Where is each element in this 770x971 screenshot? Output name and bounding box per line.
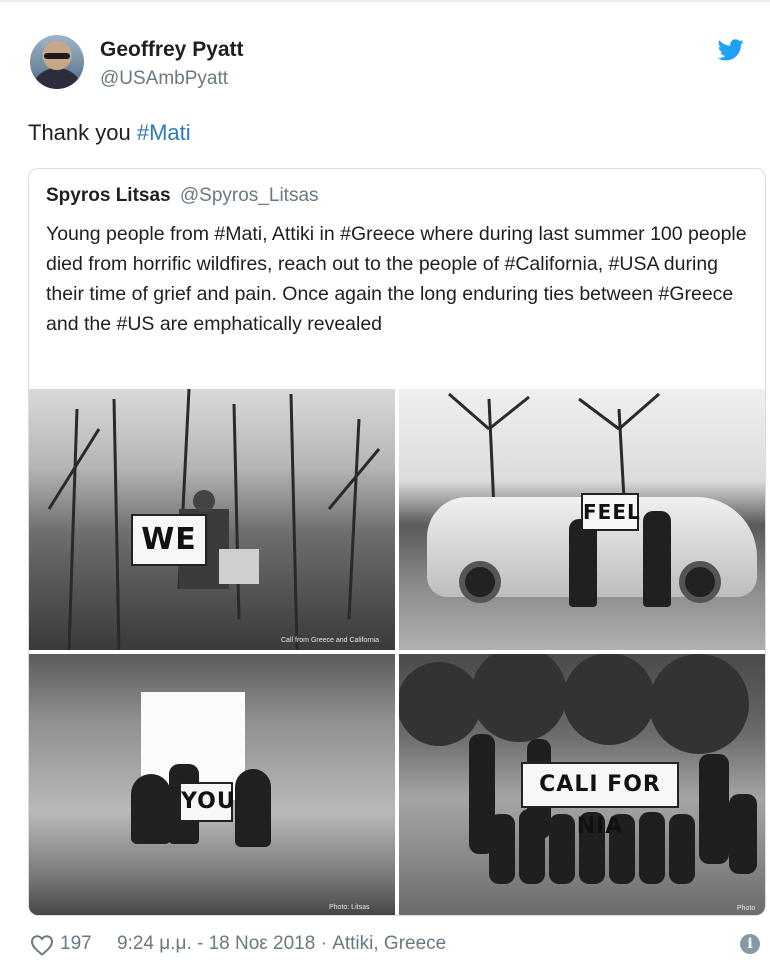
- quoted-author-name: Spyros Litsas: [46, 185, 171, 206]
- photo-caption: Photo: [737, 905, 756, 912]
- tweet-text-plain: Thank you: [28, 120, 137, 145]
- tweet-footer: 197 9:24 μ.μ. - 18 Νοε 2018 · Attiki, Gr…: [30, 933, 760, 957]
- hashtag-link[interactable]: #Mati: [137, 120, 191, 145]
- trees-graphic: [47, 389, 381, 650]
- tweet-text: Thank you #Mati: [28, 120, 191, 146]
- sign-feel: FEEL: [581, 493, 640, 531]
- info-icon[interactable]: i: [740, 934, 760, 954]
- car-wheel: [679, 561, 721, 603]
- timestamp[interactable]: 9:24 μ.μ. - 18 Νοε 2018 · Attiki, Greece: [117, 933, 446, 955]
- top-divider: [0, 0, 770, 2]
- photo-you[interactable]: YOU Photo: Litsas: [29, 654, 395, 915]
- avatar-glasses: [44, 53, 70, 59]
- twitter-bird-icon[interactable]: [718, 39, 744, 61]
- heart-icon[interactable]: [30, 934, 54, 956]
- author-handle[interactable]: @USAmbPyatt: [100, 68, 228, 90]
- person: [235, 769, 271, 847]
- avatar[interactable]: [30, 35, 84, 89]
- photo-california[interactable]: CALI FOR NIA Photo: [399, 654, 765, 915]
- quoted-tweet-body: Young people from #Mati, Attiki in #Gree…: [46, 223, 747, 335]
- photo-caption: Photo: Litsas: [329, 904, 370, 911]
- author-name[interactable]: Geoffrey Pyatt: [100, 38, 244, 62]
- photo-grid: WE Call from Greece and California FEEL …: [29, 389, 765, 915]
- sign-you: YOU: [179, 782, 235, 822]
- photo-we[interactable]: WE Call from Greece and California: [29, 389, 395, 650]
- like-count[interactable]: 197: [60, 933, 92, 955]
- photo-feel[interactable]: FEEL: [399, 389, 765, 650]
- person: [643, 511, 671, 607]
- sign-we: WE: [131, 514, 207, 566]
- person: [131, 774, 171, 844]
- quoted-tweet[interactable]: Spyros Litsas @Spyros_Litsas Young peopl…: [28, 168, 766, 916]
- sign-california: CALI FOR NIA: [521, 762, 679, 839]
- quoted-author-handle: @Spyros_Litsas: [179, 185, 319, 206]
- photo-caption: Call from Greece and California: [281, 637, 380, 644]
- car-wheel: [459, 561, 501, 603]
- quoted-tweet-header: Spyros Litsas @Spyros_Litsas: [46, 185, 319, 207]
- person: [569, 519, 597, 607]
- tweet-header: Geoffrey Pyatt @USAmbPyatt: [30, 35, 750, 95]
